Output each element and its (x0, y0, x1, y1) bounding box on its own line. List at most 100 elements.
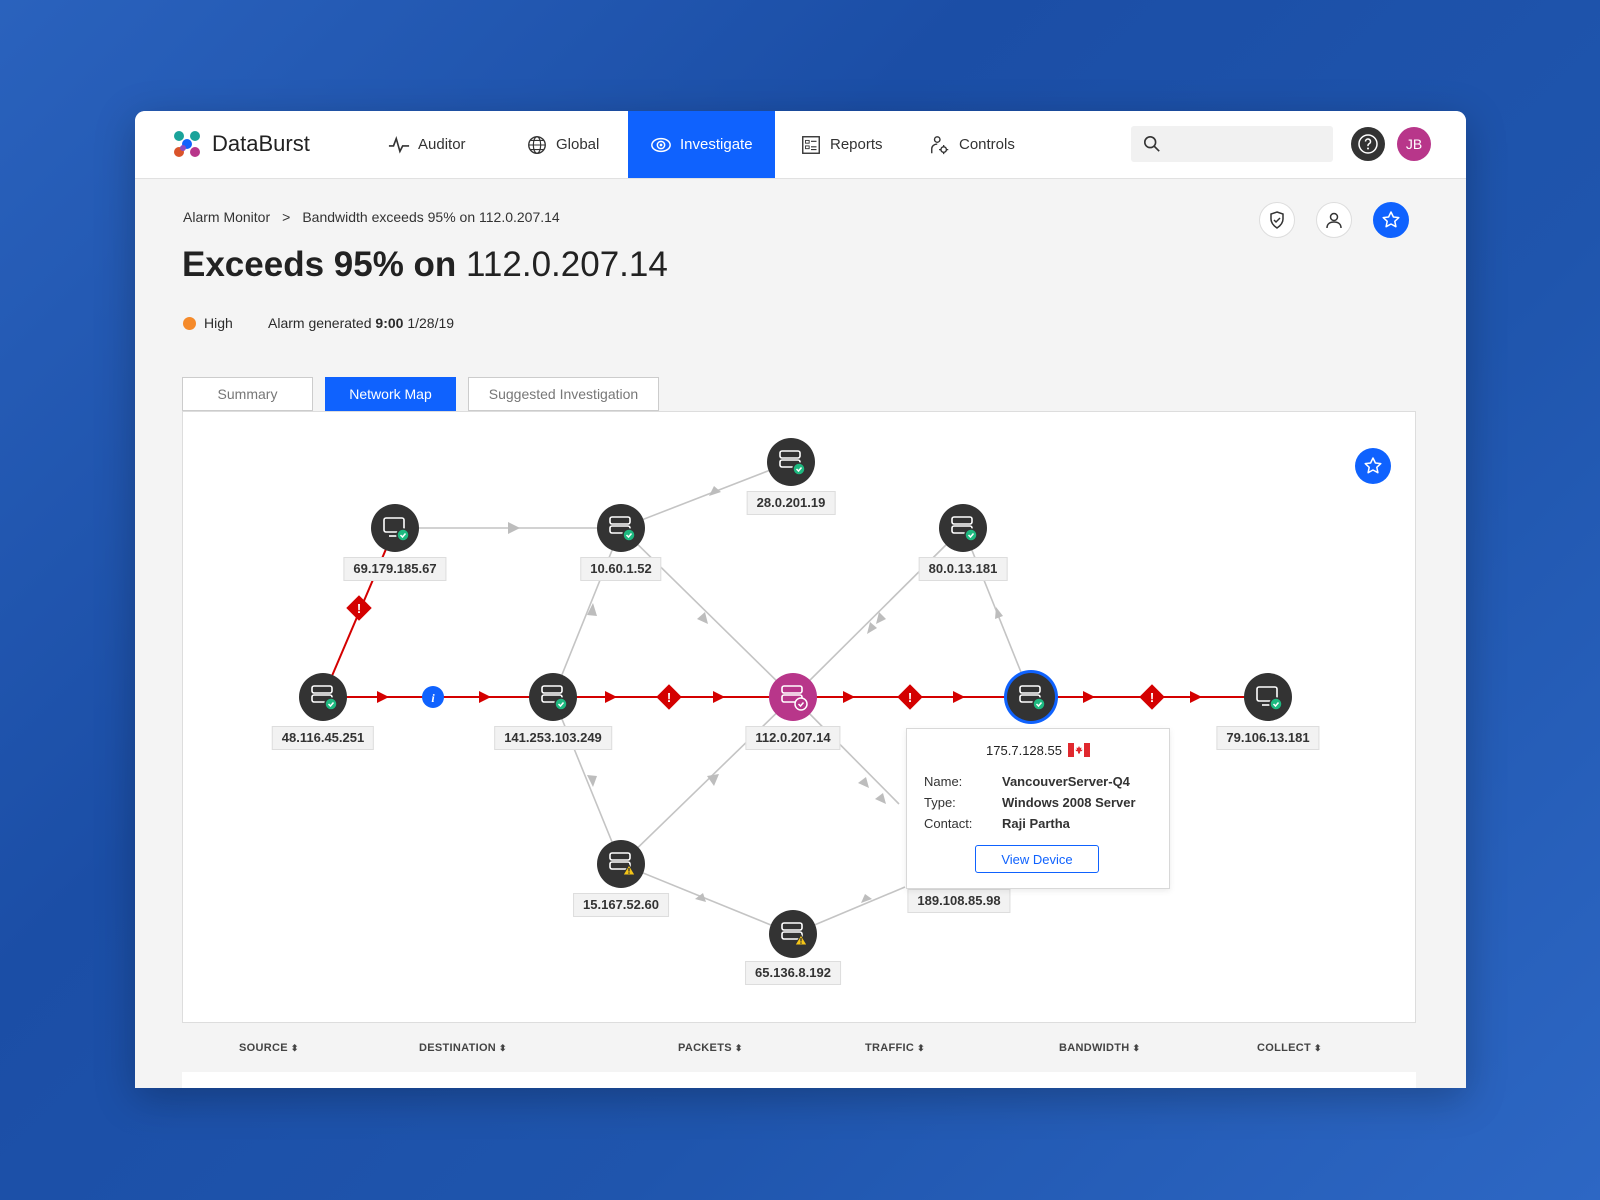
column-header-packets[interactable]: PACKETS ⬍ (678, 1042, 743, 1054)
brand-name: DataBurst (212, 131, 310, 156)
node-label: 48.116.45.251 (271, 726, 375, 750)
node-label: 79.106.13.181 (1216, 726, 1320, 750)
sort-icon: ⬍ (1132, 1043, 1141, 1053)
help-button[interactable] (1351, 127, 1385, 161)
node-label: 80.0.13.181 (918, 557, 1008, 581)
sort-icon: ⬍ (1314, 1043, 1322, 1053)
shield-check-icon (1270, 211, 1284, 229)
top-nav-bar: DataBurst Auditor Global Investigate Rep… (135, 111, 1466, 179)
column-header-label: TRAFFIC (865, 1042, 915, 1054)
alarm-time: 9:00 (375, 315, 404, 331)
svg-text:!: ! (667, 690, 671, 705)
sort-icon: ⬍ (734, 1043, 743, 1053)
node-28-0-201-19[interactable] (767, 438, 815, 486)
help-icon (1358, 134, 1378, 154)
svg-text:!: ! (357, 601, 361, 616)
column-header-label: COLLECT (1257, 1042, 1312, 1054)
nav-investigate[interactable]: Investigate (628, 111, 775, 178)
tooltip-contact-value: Raji Partha (1002, 816, 1070, 831)
page-title-bold: Exceeds 95% on (182, 245, 457, 284)
breadcrumb-current: Bandwidth exceeds 95% on 112.0.207.14 (302, 209, 560, 225)
nav-controls-label: Controls (959, 136, 1015, 153)
search-input[interactable] (1131, 126, 1333, 162)
node-80-0-13-181[interactable] (939, 504, 987, 552)
node-label: 65.136.8.192 (745, 961, 841, 985)
node-175-7-128-55[interactable] (1007, 673, 1055, 721)
controls-icon (931, 135, 949, 154)
node-69-179-185-67[interactable] (371, 504, 419, 552)
column-header-source[interactable]: SOURCE ⬍ (239, 1042, 299, 1054)
node-48-116-45-251[interactable] (299, 673, 347, 721)
tooltip-title: 175.7.128.55 (907, 743, 1169, 758)
node-141-253-103-249[interactable] (529, 673, 577, 721)
breadcrumb-separator: > (282, 209, 291, 225)
acknowledge-button[interactable] (1259, 202, 1295, 238)
node-label: 15.167.52.60 (573, 893, 669, 917)
column-header-destination[interactable]: DESTINATION ⬍ (419, 1042, 507, 1054)
node-label: 141.253.103.249 (494, 726, 612, 750)
tooltip-type-key: Type: (924, 795, 956, 810)
breadcrumb-parent-link[interactable]: Alarm Monitor (183, 209, 270, 225)
sort-icon: ⬍ (290, 1043, 299, 1053)
alarm-edges (322, 527, 1255, 698)
tab-network-map[interactable]: Network Map (325, 377, 456, 411)
svg-text:!: ! (1150, 690, 1154, 705)
tooltip-contact-key: Contact: (924, 816, 973, 831)
nav-investigate-label: Investigate (680, 136, 753, 153)
table-row[interactable] (182, 1072, 1416, 1088)
node-15-167-52-60[interactable] (597, 840, 645, 888)
nav-auditor-label: Auditor (418, 136, 466, 153)
tooltip-contact-row: Contact: Raji Partha (924, 816, 1070, 831)
app-window: DataBurst Auditor Global Investigate Rep… (135, 111, 1466, 1088)
star-icon (1382, 211, 1400, 228)
severity-dot (183, 316, 196, 330)
device-tooltip: 175.7.128.55 Name: VancouverServer-Q4 Typ… (906, 728, 1170, 889)
alarm-date: 1/28/19 (407, 315, 455, 331)
column-header-collect[interactable]: COLLECT ⬍ (1257, 1042, 1322, 1054)
network-map-panel: ! ! ! ! i 28.0.201.19 69.179.185.67 10.6… (182, 411, 1416, 1023)
column-header-traffic[interactable]: TRAFFIC ⬍ (865, 1042, 925, 1054)
assign-user-button[interactable] (1316, 202, 1352, 238)
nav-global[interactable]: Global (526, 111, 599, 178)
tooltip-ip: 175.7.128.55 (986, 743, 1062, 758)
tooltip-type-row: Type: Windows 2008 Server (924, 795, 1136, 810)
tab-suggested-investigation[interactable]: Suggested Investigation (468, 377, 659, 411)
nav-reports-label: Reports (830, 136, 883, 153)
node-label: 10.60.1.52 (580, 557, 662, 581)
node-label: 189.108.85.98 (907, 889, 1011, 913)
node-label: 28.0.201.19 (746, 491, 836, 515)
alarm-edge-arrows (328, 678, 1202, 703)
node-112-0-207-14[interactable] (769, 673, 817, 721)
node-79-106-13-181[interactable] (1244, 673, 1292, 721)
user-icon (1326, 212, 1342, 229)
favorite-button[interactable] (1373, 202, 1409, 238)
tooltip-type-value: Windows 2008 Server (1002, 795, 1136, 810)
breadcrumb: Alarm Monitor > Bandwidth exceeds 95% on 1… (183, 209, 560, 225)
node-label: 112.0.207.14 (745, 726, 841, 750)
node-10-60-1-52[interactable] (597, 504, 645, 552)
nav-controls[interactable]: Controls (929, 111, 1015, 178)
reports-icon (802, 135, 820, 154)
tooltip-name-key: Name: (924, 774, 963, 789)
globe-icon (528, 135, 546, 154)
eye-icon (651, 137, 671, 152)
column-header-bandwidth[interactable]: BANDWIDTH ⬍ (1059, 1042, 1140, 1054)
page-title: Exceeds 95% on 112.0.207.14 (182, 245, 668, 285)
severity-label: High (204, 315, 233, 331)
node-65-136-8-192[interactable] (769, 910, 817, 958)
pulse-icon (388, 135, 410, 154)
view-device-button[interactable]: View Device (975, 845, 1099, 873)
canada-flag-icon (1067, 743, 1090, 757)
alarm-info: Alarm generated 9:00 1/28/19 (268, 315, 454, 331)
alarm-prefix: Alarm generated (268, 315, 372, 331)
nav-reports[interactable]: Reports (800, 111, 883, 178)
map-favorite-button[interactable] (1355, 448, 1391, 484)
sort-icon: ⬍ (917, 1043, 925, 1053)
nav-auditor[interactable]: Auditor (388, 111, 466, 178)
page-title-ip: 112.0.207.14 (466, 245, 668, 284)
user-avatar[interactable]: JB (1397, 127, 1431, 161)
tab-summary[interactable]: Summary (182, 377, 313, 411)
nav-global-label: Global (556, 136, 600, 153)
sort-icon: ⬍ (499, 1043, 507, 1053)
node-label: 69.179.185.67 (343, 557, 447, 581)
